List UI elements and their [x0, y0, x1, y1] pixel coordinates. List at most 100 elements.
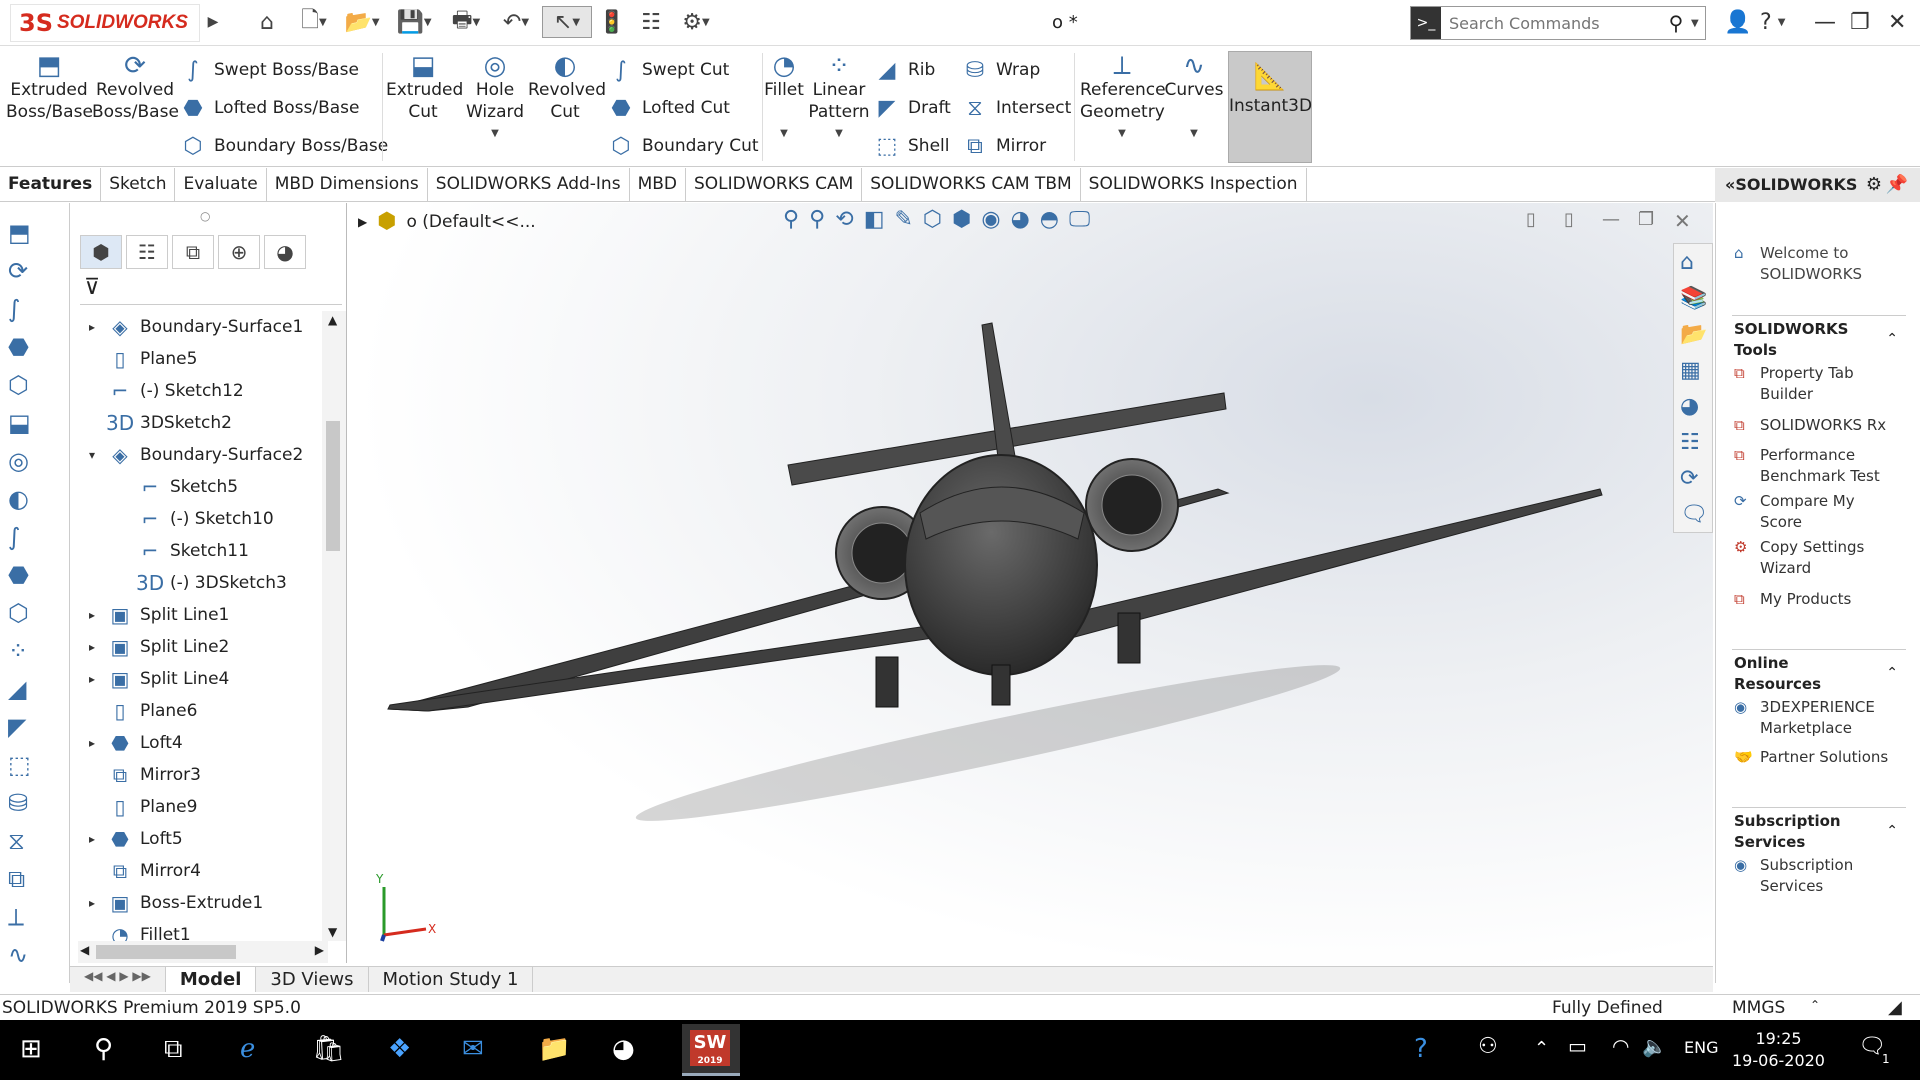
swept-boss-button[interactable]: ∫ Swept Boss/Base [180, 55, 359, 85]
curves-button[interactable]: ∿ Curves ▼ [1164, 47, 1224, 145]
tab-addins[interactable]: SOLIDWORKS Add-Ins [428, 168, 630, 202]
language-indicator[interactable]: ENG [1684, 1038, 1718, 1057]
file-properties-icon[interactable]: ☷ [636, 6, 666, 38]
mirror-button[interactable]: ⧉ Mirror [962, 131, 1046, 161]
unit-system[interactable]: MMGS [1732, 998, 1785, 1018]
expand-toggle-icon[interactable]: ▸ [84, 640, 100, 654]
tab-sketch[interactable]: Sketch [101, 168, 176, 202]
search-dropdown-icon[interactable]: ▼ [1691, 18, 1705, 29]
revolve-icon[interactable]: ⟳ [8, 257, 28, 285]
boundary-icon[interactable]: ⬡ [8, 371, 29, 399]
mirror-icon[interactable]: ⧉ [8, 865, 25, 893]
instant3d-button[interactable]: 📐 Instant3D [1228, 51, 1312, 163]
horizontal-scrollbar[interactable]: ◀ ▶ [78, 941, 328, 963]
display-manager-tab-icon[interactable]: ◕ [264, 235, 306, 269]
swept-cut-icon[interactable]: ∫ [8, 523, 21, 551]
wrap-button[interactable]: ⛁ Wrap [962, 55, 1040, 85]
tree-item[interactable]: 3D (-) 3DSketch3 [114, 567, 287, 599]
solidworks-taskbar-button[interactable]: SW 2019 [682, 1024, 740, 1076]
tree-item[interactable]: ▯ Plane6 [84, 695, 197, 727]
tab-mbd[interactable]: MBD [630, 168, 686, 202]
hscroll-thumb[interactable] [96, 945, 236, 959]
boundary-cut-button[interactable]: ⬡ Boundary Cut [608, 131, 758, 161]
tree-item[interactable]: ⌐ (-) Sketch12 [84, 375, 244, 407]
copy-settings-link[interactable]: ⚙ Copy Settings Wizard [1734, 537, 1890, 579]
tree-item[interactable]: ▯ Plane5 [84, 343, 197, 375]
tab-cam[interactable]: SOLIDWORKS CAM [686, 168, 863, 202]
solidworks-logo[interactable]: 3S SOLIDWORKS [10, 4, 200, 42]
tree-item[interactable]: ⌐ Sketch11 [114, 535, 249, 567]
scroll-right-icon[interactable]: ▶ [315, 943, 324, 957]
scroll-down-icon[interactable]: ▼ [328, 925, 337, 939]
tree-item[interactable]: ⌐ Sketch5 [114, 471, 238, 503]
extrude-icon[interactable]: ⬒ [8, 219, 31, 247]
tree-item[interactable]: ⧉ Mirror4 [84, 855, 201, 887]
subscription-services-link[interactable]: ◉ Subscription Services [1734, 855, 1890, 897]
mail-icon[interactable]: ✉ [462, 1034, 484, 1064]
reference-geometry-button[interactable]: ⟂ Reference Geometry ▼ [1080, 47, 1166, 145]
draft-button[interactable]: ◤ Draft [874, 93, 951, 123]
undo-icon[interactable]: ↶ ▼ [492, 6, 540, 38]
people-icon[interactable]: ⚇ [1478, 1034, 1498, 1059]
design-library-icon[interactable]: 📚 [1680, 286, 1707, 311]
property-tab-builder-link[interactable]: ⧉ Property Tab Builder [1734, 363, 1890, 405]
revolved-cut-button[interactable]: ◐ Revolved Cut [528, 47, 606, 123]
property-manager-tab-icon[interactable]: ☷ [126, 235, 168, 269]
tree-item[interactable]: ▾ ◈ Boundary-Surface2 [84, 439, 303, 471]
configuration-manager-tab-icon[interactable]: ⧉ [172, 235, 214, 269]
appearances-icon[interactable]: ◕ [1680, 394, 1699, 419]
extruded-boss-button[interactable]: ⬒ Extruded Boss/Base [6, 47, 93, 123]
task-view-icon[interactable]: ⧉ [164, 1034, 183, 1065]
revolve-cut-icon[interactable]: ◐ [8, 485, 29, 513]
expand-toggle-icon[interactable]: ▸ [84, 896, 100, 910]
lofted-boss-button[interactable]: ⬣ Lofted Boss/Base [180, 93, 359, 123]
tab-motion-study[interactable]: Motion Study 1 [369, 967, 534, 992]
benchmark-test-link[interactable]: ⧉ Performance Benchmark Test [1734, 445, 1910, 487]
menu-expand-icon[interactable]: ▶ [206, 6, 220, 38]
tree-item[interactable]: ◔ Fillet1 [84, 919, 190, 941]
draft-icon[interactable]: ◤ [8, 713, 26, 741]
tab-features[interactable]: Features [0, 168, 102, 202]
search-icon[interactable]: ⚲ [1661, 11, 1691, 35]
search-icon[interactable]: ⚲ [94, 1034, 113, 1064]
windows-start-icon[interactable]: ⊞ [20, 1034, 42, 1064]
clock[interactable]: 19:25 19-06-2020 [1732, 1028, 1825, 1072]
tab-model[interactable]: Model [165, 967, 257, 992]
tree-item[interactable]: ▯ Plane9 [84, 791, 197, 823]
help-tray-icon[interactable]: ? [1414, 1034, 1428, 1064]
store-icon[interactable]: 🛍 [312, 1034, 345, 1064]
file-explorer-icon[interactable]: 📂 [1680, 322, 1707, 347]
tab-mbd-dimensions[interactable]: MBD Dimensions [267, 168, 428, 202]
swept-cut-button[interactable]: ∫ Swept Cut [608, 55, 729, 85]
file-explorer-icon[interactable]: 📁 [538, 1034, 570, 1064]
edge-icon[interactable]: ℯ [240, 1034, 255, 1064]
resize-grip-icon[interactable]: ◢ [1888, 997, 1902, 1018]
fillet-button[interactable]: ◔ Fillet ▼ [764, 47, 804, 145]
collapse-chevron-icon[interactable]: ⌃ [1886, 331, 1898, 347]
pattern-icon[interactable]: ⁘ [8, 637, 28, 665]
restore-icon[interactable]: ❐ [1850, 6, 1870, 38]
extruded-cut-button[interactable]: ⬓ Extruded Cut [386, 47, 463, 123]
shell-icon[interactable]: ⬚ [8, 751, 31, 779]
close-icon[interactable]: ✕ [1888, 6, 1906, 38]
loft-icon[interactable]: ⬣ [8, 333, 29, 361]
rebuild-icon[interactable]: 🚦 [598, 6, 625, 38]
tree-item[interactable]: ▸ ⬣ Loft4 [84, 727, 183, 759]
tray-overflow-icon[interactable]: ⌃ [1534, 1038, 1549, 1059]
tree-item[interactable]: ▸ ▣ Split Line1 [84, 599, 229, 631]
compare-score-link[interactable]: ⟳ Compare My Score [1734, 491, 1890, 533]
reference-geometry-icon[interactable]: ⟂ [8, 903, 24, 931]
notes-icon[interactable]: 🗨 [1680, 502, 1708, 527]
view-palette-icon[interactable]: ▦ [1680, 358, 1701, 383]
expand-toggle-icon[interactable]: ▸ [84, 736, 100, 750]
hole-wizard-button[interactable]: ◎ Hole Wizard ▼ [458, 47, 532, 145]
boundary-boss-button[interactable]: ⬡ Boundary Boss/Base [180, 131, 388, 161]
my-products-link[interactable]: ⧉ My Products [1734, 589, 1910, 610]
tree-item[interactable]: ▸ ▣ Boss-Extrude1 [84, 887, 263, 919]
collapse-chevron-icon[interactable]: ⌃ [1886, 823, 1898, 839]
home-icon[interactable]: ⌂ [250, 6, 284, 38]
new-document-icon[interactable]: 🗋 ▼ [292, 6, 336, 38]
expand-toggle-icon[interactable]: ▸ [84, 608, 100, 622]
hole-icon[interactable]: ◎ [8, 447, 29, 475]
shell-button[interactable]: ⬚ Shell [874, 131, 950, 161]
